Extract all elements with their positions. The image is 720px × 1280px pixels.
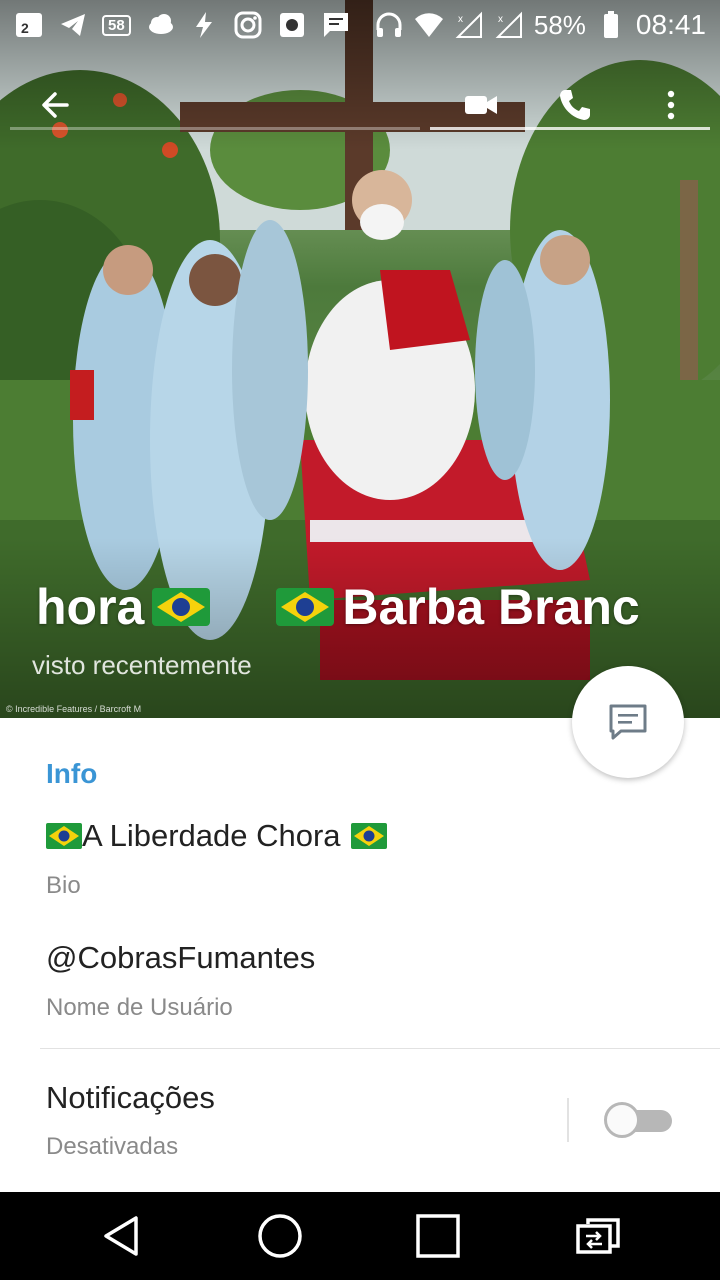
arrow-left-icon: [42, 92, 69, 118]
screenshot-icon: [277, 10, 307, 40]
battery-icon: [596, 10, 626, 40]
brazil-flag-icon: [46, 823, 82, 849]
toggle-knob: [604, 1102, 640, 1138]
svg-text:x: x: [458, 14, 463, 25]
profile-name-left: hora: [36, 579, 145, 635]
photo-credit: © Incredible Features / Barcroft M: [6, 704, 142, 714]
send-message-button[interactable]: [572, 666, 684, 778]
section-divider: [40, 1048, 720, 1049]
profile-photo[interactable]: 2 58 x x 58% 08:41 hora Barba Branc vist…: [0, 0, 720, 718]
message-icon: [609, 704, 647, 740]
instagram-icon: [233, 10, 263, 40]
status-bar: 2 58 x x 58% 08:41: [0, 0, 720, 50]
signal-icon-sim2: x: [494, 10, 524, 40]
navigation-bar: [0, 1192, 720, 1280]
battery-percent: 58%: [533, 9, 586, 40]
telegram-icon: [58, 10, 88, 40]
signal-icon-sim1: x: [454, 10, 484, 40]
username-value[interactable]: @CobrasFumantes: [46, 940, 315, 976]
brazil-flag-icon: [276, 588, 335, 626]
profile-name: hora Barba Branc: [36, 572, 696, 642]
wifi-icon: [414, 10, 444, 40]
last-seen-status: visto recentemente: [32, 650, 252, 680]
profile-name-right: Barba Branc: [342, 579, 640, 635]
vertical-separator: [567, 1098, 569, 1142]
nav-switch-icon: [576, 1218, 620, 1254]
video-camera-icon: [465, 96, 497, 114]
back-button[interactable]: [30, 80, 80, 130]
nav-home-button[interactable]: [255, 1211, 305, 1261]
dual-sim-notification-icon: 2: [14, 10, 44, 40]
call-button[interactable]: [550, 80, 600, 130]
bio-text: A Liberdade Chora: [82, 818, 341, 853]
bio-value[interactable]: A Liberdade Chora: [46, 818, 387, 854]
cloud-icon: [145, 10, 175, 40]
nav-switch-button[interactable]: [573, 1211, 623, 1261]
notifications-status: Desativadas: [46, 1133, 179, 1160]
nav-back-triangle-icon: [104, 1216, 138, 1256]
headphones-icon: [374, 10, 404, 40]
svg-text:x: x: [498, 14, 503, 25]
clock: 08:41: [635, 9, 706, 40]
svg-text:2: 2: [21, 20, 29, 36]
brazil-flag-icon: [350, 823, 387, 849]
nav-recents-square-icon: [416, 1214, 460, 1258]
flash-icon: [189, 10, 219, 40]
more-vert-icon: [667, 90, 675, 120]
info-section: Info A Liberdade Chora Bio @CobrasFumant…: [0, 718, 720, 1192]
notifications-label[interactable]: Notificações: [46, 1080, 215, 1116]
nav-recents-button[interactable]: [413, 1211, 463, 1261]
info-section-title: Info: [46, 758, 98, 789]
notifications-toggle[interactable]: [604, 1102, 672, 1138]
video-call-button[interactable]: [456, 80, 506, 130]
nav-back-button[interactable]: [97, 1211, 147, 1261]
toolbar: [0, 70, 720, 140]
bio-label: Bio: [46, 872, 81, 899]
brazil-flag-icon: [152, 588, 211, 626]
notification-badge: 58: [102, 14, 131, 36]
more-options-button[interactable]: [646, 80, 696, 130]
nav-home-circle-icon: [258, 1214, 302, 1258]
username-label: Nome de Usuário: [46, 994, 233, 1021]
message-notification-icon: [321, 10, 351, 40]
phone-icon: [560, 90, 590, 120]
